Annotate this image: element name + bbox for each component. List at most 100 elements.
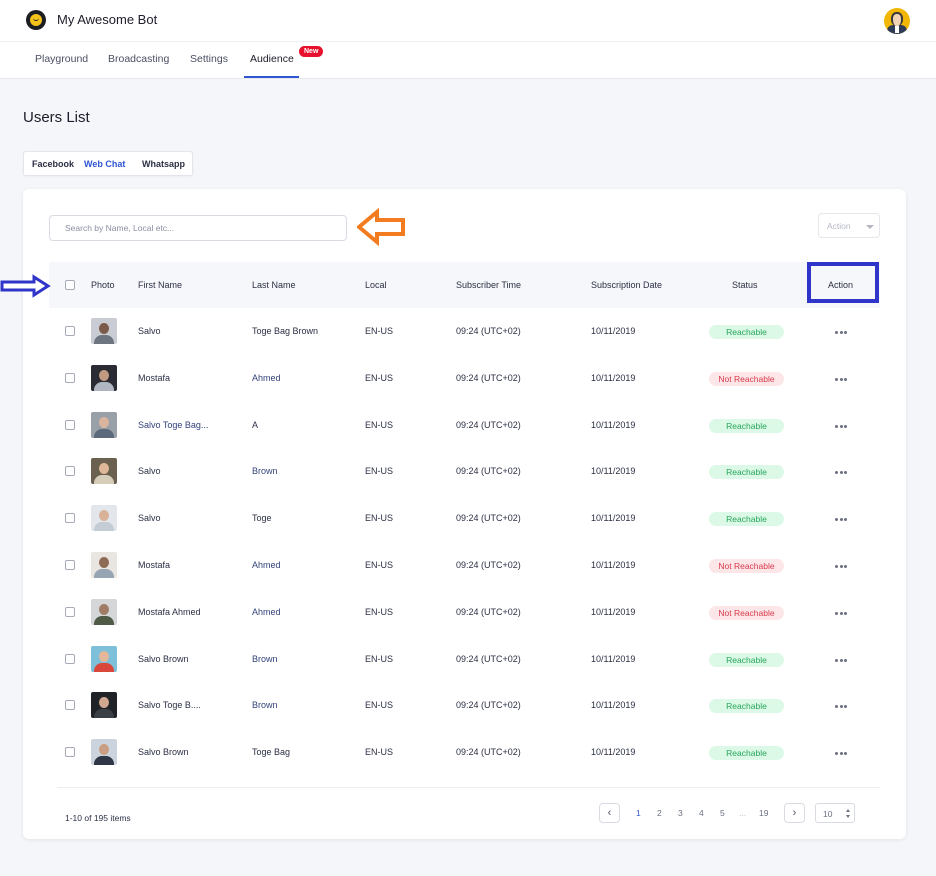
user-avatar-icon[interactable] xyxy=(884,8,910,34)
more-actions-icon[interactable] xyxy=(835,563,849,568)
tab-broadcasting[interactable]: Broadcasting xyxy=(108,53,169,65)
cell-last-name: Ahmed xyxy=(252,560,281,570)
user-photo xyxy=(91,599,117,625)
status-badge: Reachable xyxy=(709,746,784,760)
more-actions-icon[interactable] xyxy=(835,703,849,708)
more-actions-icon[interactable] xyxy=(835,423,849,428)
cell-last-name: Toge Bag xyxy=(252,747,291,757)
user-photo xyxy=(91,458,117,484)
status-badge: Reachable xyxy=(709,419,784,433)
more-actions-icon[interactable] xyxy=(835,469,849,474)
col-header-subscription-date[interactable]: Subscription Date xyxy=(591,280,662,290)
channel-tab-web-chat[interactable]: Web Chat xyxy=(84,159,125,169)
user-photo xyxy=(91,552,117,578)
page-number[interactable]: 5 xyxy=(720,808,725,818)
cell-local: EN-US xyxy=(365,700,394,710)
tab-audience[interactable]: Audience xyxy=(250,53,294,65)
user-photo xyxy=(91,318,117,344)
user-photo xyxy=(91,505,117,531)
bulk-action-dropdown[interactable]: Action xyxy=(818,213,880,238)
tab-playground[interactable]: Playground xyxy=(35,53,88,65)
pagination-summary: 1-10 of 195 items xyxy=(65,813,131,823)
select-all-checkbox[interactable] xyxy=(65,280,75,290)
row-checkbox[interactable] xyxy=(65,466,75,476)
col-header-photo: Photo xyxy=(91,280,115,290)
channel-tab-whatsapp[interactable]: Whatsapp xyxy=(142,159,185,169)
page-number[interactable]: 4 xyxy=(699,808,704,818)
cell-last-name: Toge xyxy=(252,513,272,523)
cell-local: EN-US xyxy=(365,466,394,476)
more-actions-icon[interactable] xyxy=(835,376,849,381)
page-number[interactable]: 19 xyxy=(759,808,768,818)
more-actions-icon[interactable] xyxy=(835,610,849,615)
page-size-value: 10 xyxy=(823,809,833,819)
chevron-left-icon[interactable]: ‹ xyxy=(599,803,620,823)
cell-subscriber-time: 09:24 (UTC+02) xyxy=(456,560,521,570)
cell-first-name: Salvo Toge B.... xyxy=(138,700,201,710)
status-badge: Reachable xyxy=(709,699,784,713)
row-checkbox[interactable] xyxy=(65,700,75,710)
row-checkbox[interactable] xyxy=(65,747,75,757)
cell-first-name: Salvo xyxy=(138,513,161,523)
more-actions-icon[interactable] xyxy=(835,329,849,334)
row-checkbox[interactable] xyxy=(65,654,75,664)
cell-subscription-date: 10/11/2019 xyxy=(591,466,636,476)
page-number[interactable]: 3 xyxy=(678,808,683,818)
blue-arrow-annotation xyxy=(0,274,51,298)
col-header-status[interactable]: Status xyxy=(732,280,758,290)
cell-local: EN-US xyxy=(365,326,394,336)
main-nav: Playground Broadcasting Settings Audienc… xyxy=(0,42,936,79)
row-checkbox[interactable] xyxy=(65,373,75,383)
cell-local: EN-US xyxy=(365,747,394,757)
user-photo xyxy=(91,646,117,672)
cell-first-name: Salvo Toge Bag... xyxy=(138,420,209,430)
cell-first-name: Mostafa Ahmed xyxy=(138,607,201,617)
cell-subscription-date: 10/11/2019 xyxy=(591,420,636,430)
user-photo xyxy=(91,365,117,391)
page-size-select[interactable]: 10 xyxy=(815,803,855,823)
page-number[interactable]: 1 xyxy=(636,808,641,818)
channel-tab-facebook[interactable]: Facebook xyxy=(32,159,74,169)
chevron-down-icon xyxy=(846,815,850,818)
search-input[interactable] xyxy=(49,215,347,241)
row-checkbox[interactable] xyxy=(65,607,75,617)
col-header-first-name[interactable]: First Name xyxy=(138,280,182,290)
cell-subscription-date: 10/11/2019 xyxy=(591,700,636,710)
more-actions-icon[interactable] xyxy=(835,516,849,521)
cell-last-name: Brown xyxy=(252,700,278,710)
cell-first-name: Mostafa xyxy=(138,373,171,383)
action-column-highlight xyxy=(807,262,879,303)
more-actions-icon[interactable] xyxy=(835,750,849,755)
row-checkbox[interactable] xyxy=(65,560,75,570)
cell-local: EN-US xyxy=(365,560,394,570)
tab-settings[interactable]: Settings xyxy=(190,53,228,65)
row-checkbox[interactable] xyxy=(65,513,75,523)
row-checkbox[interactable] xyxy=(65,420,75,430)
cell-local: EN-US xyxy=(365,607,394,617)
orange-arrow-annotation xyxy=(357,208,405,246)
col-header-local[interactable]: Local xyxy=(365,280,387,290)
channel-tabs: Facebook Web Chat Whatsapp xyxy=(23,151,193,176)
row-checkbox[interactable] xyxy=(65,326,75,336)
page-number[interactable]: 2 xyxy=(657,808,662,818)
cell-subscriber-time: 09:24 (UTC+02) xyxy=(456,607,521,617)
page-ellipsis[interactable]: ... xyxy=(739,808,746,818)
new-badge: New xyxy=(299,46,324,57)
status-badge: Reachable xyxy=(709,325,784,339)
cell-last-name: Ahmed xyxy=(252,607,281,617)
chevron-right-icon[interactable]: › xyxy=(784,803,805,823)
more-actions-icon[interactable] xyxy=(835,657,849,662)
cell-subscription-date: 10/11/2019 xyxy=(591,373,636,383)
user-photo xyxy=(91,739,117,765)
col-header-last-name[interactable]: Last Name xyxy=(252,280,296,290)
cell-subscriber-time: 09:24 (UTC+02) xyxy=(456,420,521,430)
status-badge: Not Reachable xyxy=(709,606,784,620)
chat-bot-logo-icon xyxy=(26,10,46,30)
cell-local: EN-US xyxy=(365,513,394,523)
cell-subscriber-time: 09:24 (UTC+02) xyxy=(456,747,521,757)
top-bar: My Awesome Bot xyxy=(0,0,936,42)
cell-first-name: Mostafa xyxy=(138,560,171,570)
cell-subscription-date: 10/11/2019 xyxy=(591,560,636,570)
cell-first-name: Salvo xyxy=(138,326,161,336)
col-header-subscriber-time[interactable]: Subscriber Time xyxy=(456,280,521,290)
